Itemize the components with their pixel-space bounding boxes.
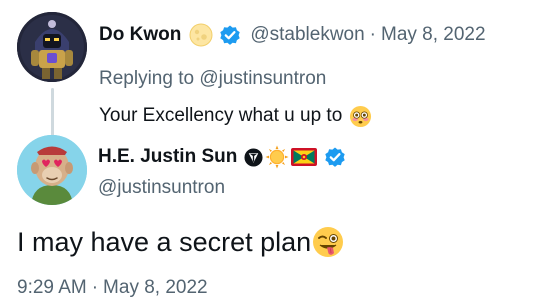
handle[interactable]: @stablekwon: [250, 24, 364, 46]
tweet-date[interactable]: May 8, 2022: [103, 277, 208, 298]
tweet-date[interactable]: May 8, 2022: [381, 24, 486, 46]
winking-tongue-face-icon: [312, 226, 344, 258]
verified-badge-icon[interactable]: [218, 23, 242, 47]
parent-tweet-text: Your Excellency what u up to: [99, 103, 372, 129]
grenada-flag-icon: [291, 148, 318, 166]
display-name[interactable]: H.E. Justin Sun: [98, 146, 237, 168]
main-tweet-header: H.E. Justin Sun: [98, 142, 347, 172]
avatar[interactable]: [17, 12, 87, 82]
tweet-time[interactable]: 9:29 AM: [17, 277, 87, 298]
replying-to-line: Replying to @justinsuntron: [99, 68, 326, 90]
robot-avatar-icon: [17, 12, 87, 82]
sun-icon: [265, 145, 289, 169]
separator: ·: [369, 24, 376, 45]
tweet-timestamp[interactable]: 9:29 AM · May 8, 2022: [17, 277, 208, 299]
replying-to-mention[interactable]: @justinsuntron: [199, 68, 326, 89]
tweet-text: Your Excellency what u up to: [99, 105, 343, 126]
full-moon-icon: [189, 23, 213, 47]
display-name[interactable]: Do Kwon: [99, 24, 181, 46]
separator: ·: [91, 277, 99, 298]
thread-connector-line: [51, 88, 54, 138]
verified-badge-icon[interactable]: [323, 145, 347, 169]
parent-tweet[interactable]: Do Kwon @stablekwon · May 8, 2022 Replyi…: [17, 12, 537, 138]
tweet-text: I may have a secret plan: [17, 226, 312, 257]
tron-logo-icon: [244, 147, 263, 167]
main-tweet-text: I may have a secret plan: [17, 222, 344, 262]
replying-prefix: Replying to: [99, 68, 200, 89]
flushed-face-icon: [349, 105, 372, 128]
parent-tweet-header: Do Kwon @stablekwon · May 8, 2022: [99, 18, 486, 52]
ape-avatar-icon: [17, 135, 87, 205]
avatar[interactable]: [17, 135, 87, 205]
handle[interactable]: @justinsuntron: [98, 177, 225, 199]
